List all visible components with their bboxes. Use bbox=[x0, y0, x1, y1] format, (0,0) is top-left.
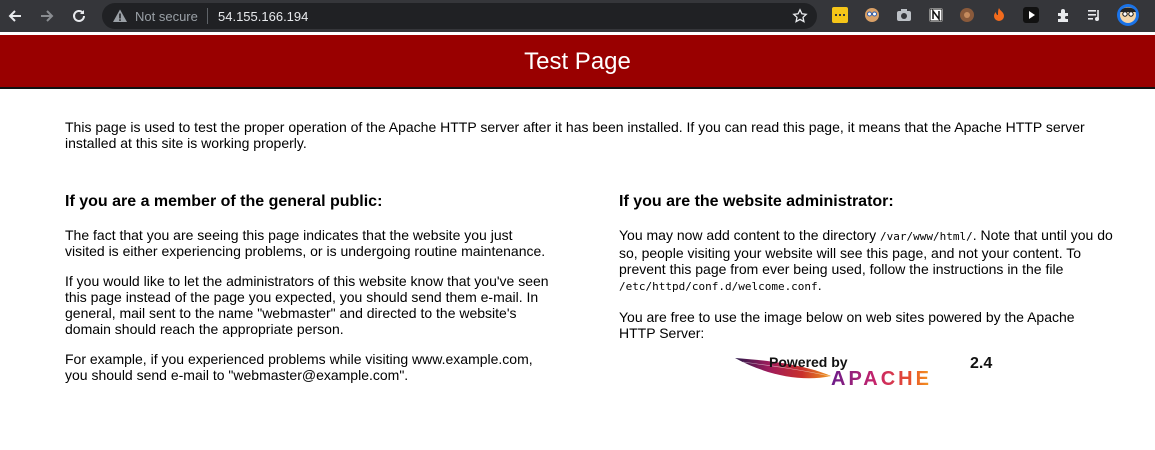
extensions-icon[interactable] bbox=[1054, 6, 1072, 24]
administrator-section: If you are the website administrator: Yo… bbox=[619, 193, 1114, 355]
security-label[interactable]: Not secure bbox=[135, 9, 198, 24]
browser-toolbar: Not secure 54.155.166.194 bbox=[0, 0, 1155, 32]
reload-icon[interactable] bbox=[68, 5, 90, 27]
apache-wordmark: APACHE bbox=[831, 368, 932, 390]
camera-extension-icon[interactable] bbox=[895, 6, 913, 24]
forward-icon[interactable] bbox=[36, 5, 58, 27]
intro-text: This page is used to test the proper ope… bbox=[65, 119, 1085, 151]
page-title-banner: Test Page bbox=[0, 35, 1155, 89]
fire-extension-icon[interactable] bbox=[990, 6, 1008, 24]
html-directory-path: /var/www/html/ bbox=[879, 230, 973, 243]
powered-by-apache-logo: Powered by 2.4 APACHE bbox=[735, 354, 992, 390]
profile-avatar[interactable] bbox=[1117, 4, 1139, 26]
admin-text-a: You may now add content to the directory bbox=[619, 227, 880, 243]
face-extension-icon[interactable] bbox=[863, 6, 881, 24]
general-public-section: If you are a member of the general publi… bbox=[65, 193, 550, 397]
notion-extension-icon[interactable] bbox=[927, 6, 945, 24]
url-text[interactable]: 54.155.166.194 bbox=[218, 9, 308, 24]
notes-extension-icon[interactable] bbox=[831, 6, 849, 24]
star-icon[interactable] bbox=[792, 8, 808, 29]
address-bar[interactable]: Not secure 54.155.166.194 bbox=[102, 3, 817, 29]
administrator-paragraph-2: You are free to use the image below on w… bbox=[619, 309, 1075, 341]
general-public-paragraph-1: The fact that you are seeing this page i… bbox=[65, 227, 546, 259]
version-text: 2.4 bbox=[970, 355, 992, 372]
omnibox-divider bbox=[207, 8, 208, 24]
media-icon[interactable] bbox=[1086, 6, 1104, 24]
warning-icon[interactable] bbox=[112, 8, 128, 29]
back-icon[interactable] bbox=[4, 5, 26, 27]
general-public-heading: If you are a member of the general publi… bbox=[65, 193, 383, 210]
general-public-paragraph-2: If you would like to let the administrat… bbox=[65, 273, 549, 337]
admin-text-c: . bbox=[817, 277, 822, 293]
page-title: Test Page bbox=[524, 48, 631, 75]
welcome-conf-path: /etc/httpd/conf.d/welcome.conf bbox=[619, 280, 818, 293]
general-public-paragraph-3: For example, if you experienced problems… bbox=[65, 351, 533, 383]
shell-extension-icon[interactable] bbox=[958, 6, 976, 24]
play-extension-icon[interactable] bbox=[1022, 6, 1040, 24]
administrator-heading: If you are the website administrator: bbox=[619, 193, 894, 210]
administrator-paragraph-1: You may now add content to the directory… bbox=[619, 227, 1114, 295]
